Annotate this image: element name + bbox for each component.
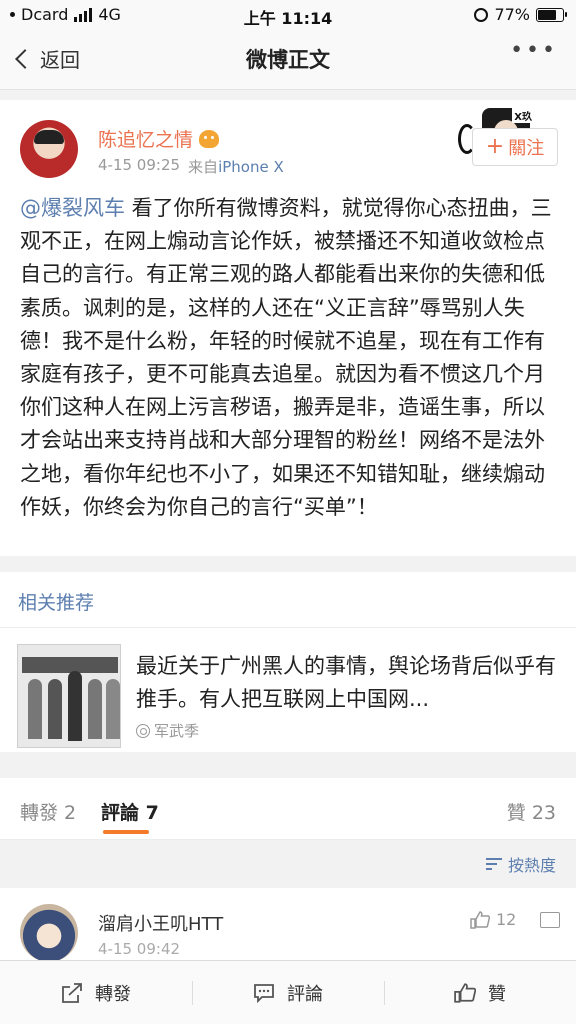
related-title: 相关推荐 [18,592,95,614]
comment-like-count: 12 [496,910,517,929]
commenter-name[interactable]: 溜肩小王叽HTT [98,910,223,936]
post-text: 看了你所有微博资料，就觉得你心态扭曲，三观不正，在网上煽动言论作妖，被禁播还不知… [20,196,552,519]
battery-percent: 77% [494,5,530,24]
follow-label: 關注 [508,138,545,159]
related-header: 相关推荐 [0,572,576,628]
orientation-lock-icon [474,7,489,22]
author-name: 陈追忆之情 [98,129,194,151]
sort-button[interactable]: 按熱度 [485,852,556,876]
sort-icon [485,857,502,871]
sort-label: 按熱度 [507,856,556,875]
post-time: 4-15 09:25 [98,156,181,174]
comment-label: 評論 [287,983,323,1005]
status-bar: Dcard 4G 上午 11:14 77% [0,0,576,30]
bottom-action-bar: 轉發 評論 贊 [0,960,576,1024]
post-source[interactable]: iPhone X [218,158,284,176]
tab-repost[interactable]: 轉發 2 [20,798,76,825]
comment-icon[interactable] [540,912,560,928]
more-icon[interactable]: ••• [510,38,558,63]
tab-like[interactable]: 贊 23 [507,798,556,825]
source-prefix: 来自 [188,158,219,176]
related-source-row: 军武季 [136,720,199,741]
related-card[interactable]: 最近关于广州黑人的事情，舆论场背后似乎有推手。有人把互联网上中国网... 军武季 [0,628,576,752]
post-body: @爆裂风车 看了你所有微博资料，就觉得你心态扭曲，三观不正，在网上煽动言论作妖，… [20,192,560,524]
comment-button[interactable]: 評論 [192,961,384,1024]
tab-comment[interactable]: 評論 7 [101,798,159,825]
comment-bubble-icon [254,983,274,1003]
interaction-tabs: 轉發 2 評論 7 贊 23 [0,778,576,840]
related-text: 最近关于广州黑人的事情，舆论场背后似乎有推手。有人把互联网上中国网... [136,654,556,711]
at-icon [136,723,150,738]
comment-like-button[interactable]: 12 [470,910,516,929]
related-source: 军武季 [154,722,200,740]
plus-icon: + [485,134,505,159]
author-avatar[interactable] [20,120,78,178]
mention-link[interactable]: @爆裂风车 [20,196,125,220]
author-name-row[interactable]: 陈追忆之情 [98,125,220,152]
follow-button[interactable]: + 關注 [472,128,558,166]
nav-bar: 返回 微博正文 ••• [0,30,576,90]
share-icon [62,982,82,1003]
commenter-avatar[interactable] [20,904,78,962]
comment-item: 溜肩小王叽HTT 4-15 09:42 12 [0,888,576,962]
sort-bar: 按熱度 [0,840,576,888]
weibo-post: 陈追忆之情 4-15 09:25 来自iPhone X X玖 + 關注 @爆裂风… [0,100,576,556]
member-crown-icon [199,129,220,148]
thumbs-up-icon [470,910,490,929]
thumbs-up-icon [454,982,476,1003]
battery-icon [536,7,567,22]
status-right: 77% [474,5,567,24]
post-meta: 4-15 09:25 来自iPhone X [98,156,284,177]
comment-time: 4-15 09:42 [98,940,181,958]
related-thumbnail [17,644,121,748]
like-button[interactable]: 贊 [384,961,576,1024]
tab-indicator [103,830,149,834]
repost-label: 轉發 [95,983,131,1005]
repost-button[interactable]: 轉發 [0,961,192,1024]
like-label: 贊 [488,983,506,1005]
page-title: 微博正文 [246,48,330,72]
